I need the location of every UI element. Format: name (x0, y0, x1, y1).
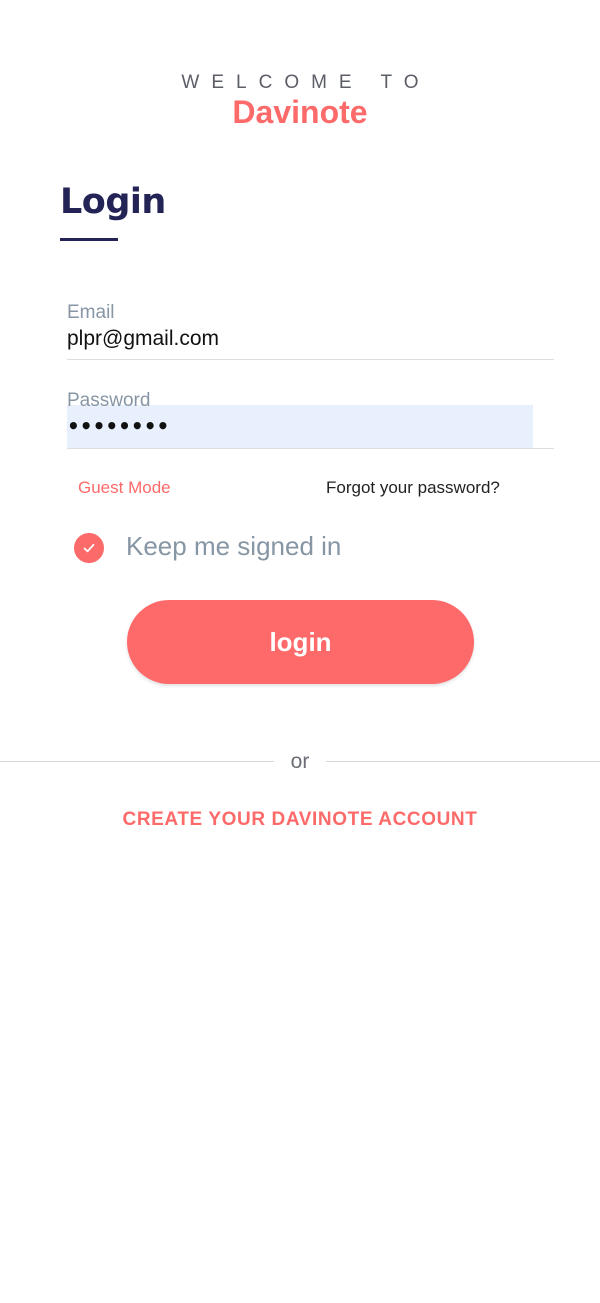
page-title: Login (60, 182, 166, 222)
guest-mode-link[interactable]: Guest Mode (78, 478, 171, 498)
divider-line-left (0, 761, 274, 762)
create-account-link[interactable]: CREATE YOUR DAVINOTE ACCOUNT (0, 809, 600, 831)
password-label: Password (67, 390, 151, 411)
email-field[interactable]: plpr@gmail.com (67, 327, 219, 351)
check-icon (83, 543, 95, 553)
title-underline (60, 238, 118, 241)
login-button[interactable]: login (127, 600, 474, 684)
brand-name: Davinote (232, 94, 368, 130)
welcome-heading: WELCOME TO (181, 72, 431, 93)
divider-text: or (290, 750, 310, 773)
divider-line-right (326, 761, 600, 762)
keep-signed-in-checkbox[interactable] (74, 533, 104, 563)
password-value[interactable]: •••••••• (67, 414, 169, 438)
email-label: Email (67, 302, 115, 323)
password-underline (67, 448, 554, 449)
forgot-password-link[interactable]: Forgot your password? (326, 478, 500, 498)
keep-signed-in-label[interactable]: Keep me signed in (126, 531, 341, 562)
email-underline (67, 359, 554, 360)
